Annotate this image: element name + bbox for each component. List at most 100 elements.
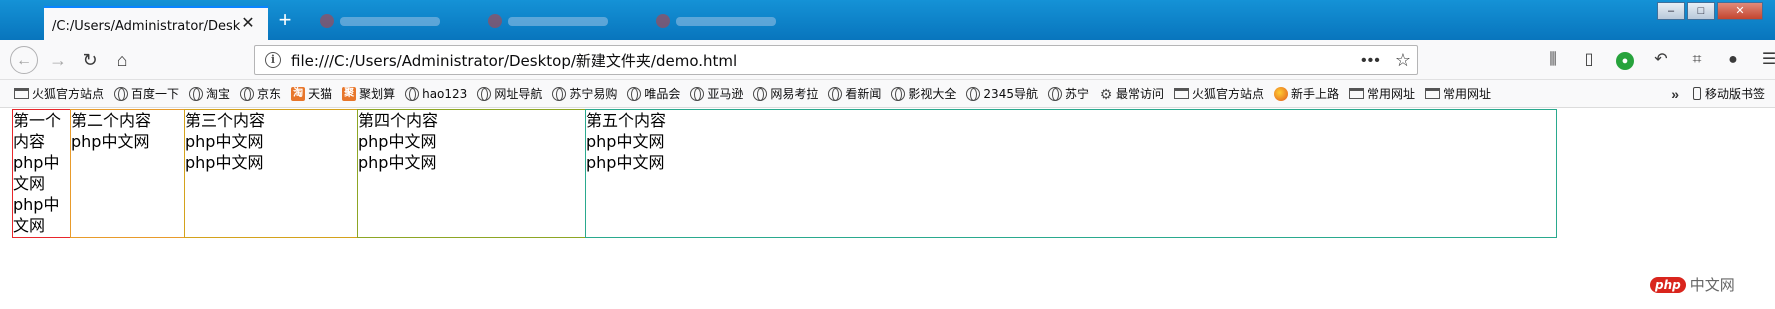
globe-icon — [627, 86, 642, 101]
firefox-icon — [1274, 86, 1289, 101]
bookmark-label: 2345导航 — [983, 87, 1038, 101]
bookmark-item[interactable]: 网易考拉 — [753, 85, 818, 102]
bookmark-item[interactable]: 苏宁易购 — [552, 85, 617, 102]
bookmark-label: 网址导航 — [494, 87, 543, 101]
tab-demo-html[interactable]: /C:/Users/Administrator/Desktop/新建文件夹/de… — [44, 6, 268, 40]
bookmark-item[interactable]: 京东 — [240, 85, 281, 102]
bookmark-label: 百度一下 — [131, 87, 180, 101]
column-text: php中文网 — [358, 153, 437, 172]
globe-icon — [552, 86, 567, 101]
undo-icon[interactable]: ↶ — [1648, 48, 1674, 72]
address-bar[interactable]: i file:///C:/Users/Administrator/Desktop… — [254, 45, 1418, 75]
bookmark-item[interactable]: 常用网址 — [1349, 85, 1415, 102]
bookmark-item[interactable]: 影视大全 — [891, 85, 956, 102]
content-column: 第三个内容 php中文网 php中文网 — [184, 109, 358, 238]
content-column: 第五个内容 php中文网 php中文网 — [585, 109, 1557, 238]
close-window-button[interactable]: ✕ — [1717, 2, 1763, 20]
minimize-button[interactable]: – — [1657, 2, 1685, 20]
content-column: 第四个内容 php中文网 php中文网 — [357, 109, 586, 238]
bookmark-label: 火狐官方站点 — [32, 87, 105, 101]
content-column: 第二个内容 php中文网 — [70, 109, 185, 238]
favicon-icon — [488, 14, 502, 28]
favicon-icon — [320, 14, 334, 28]
bookmark-item[interactable]: ⚙ 最常访问 — [1099, 85, 1164, 102]
bookmark-item[interactable]: 亚马逊 — [690, 85, 743, 102]
bookmark-item[interactable]: 百度一下 — [114, 85, 179, 102]
bookmark-label: 苏宁 — [1064, 87, 1089, 101]
bookmark-item[interactable]: 2345导航 — [966, 85, 1038, 102]
background-tab[interactable] — [320, 8, 470, 34]
background-tabs — [320, 8, 824, 34]
column-text: php中文网 — [358, 132, 437, 151]
globe-icon — [189, 86, 204, 101]
bookmark-label: 天猫 — [308, 87, 333, 101]
globe-icon — [690, 86, 705, 101]
library-icon[interactable]: ⫼ — [1540, 48, 1566, 72]
bookmark-item[interactable]: 火狐官方站点 — [14, 85, 104, 102]
column-text: php中文网 — [71, 132, 150, 151]
favicon-icon — [656, 14, 670, 28]
bookmark-item[interactable]: 淘天猫 — [291, 85, 332, 102]
info-icon[interactable]: i — [265, 52, 281, 68]
screenshot-icon[interactable]: ⌗ — [1684, 48, 1710, 72]
column-title: 第四个内容 — [358, 111, 439, 130]
column-text: php中文网 — [13, 195, 60, 235]
globe-icon — [891, 86, 906, 101]
globe-icon — [114, 86, 129, 101]
home-button[interactable]: ⌂ — [108, 46, 136, 74]
bookmark-item[interactable]: 唯品会 — [627, 85, 680, 102]
reload-button[interactable]: ↻ — [76, 46, 104, 74]
content-column: 第一个内容 php中文网 php中文网 — [12, 109, 71, 238]
menu-icon[interactable]: ☰ — [1756, 48, 1775, 72]
maximize-button[interactable]: □ — [1687, 2, 1715, 20]
bookmark-item[interactable]: 网址导航 — [477, 85, 542, 102]
globe-icon — [240, 86, 255, 101]
back-button[interactable]: ← — [10, 46, 38, 74]
bookmark-item[interactable]: 淘宝 — [189, 85, 230, 102]
tab-title: /C:/Users/Administrator/Desktop/新建文件夹/de… — [52, 18, 240, 34]
globe-icon — [828, 86, 843, 101]
url-text[interactable]: file:///C:/Users/Administrator/Desktop/新… — [291, 50, 737, 71]
bookmark-item[interactable]: 苏宁 — [1047, 85, 1089, 102]
column-text: php中文网 — [586, 132, 665, 151]
tab-close-icon[interactable]: ✕ — [240, 16, 256, 32]
bookmark-label: 苏宁易购 — [569, 87, 618, 101]
mobile-icon — [1692, 87, 1701, 100]
page-content: 第一个内容 php中文网 php中文网 第二个内容 php中文网 第三个内容 php中文网 p… — [12, 109, 1764, 238]
bookmarks-toolbar: 火狐官方站点 百度一下 淘宝 京东淘天猫聚聚划算 hao123 网址导航 苏宁易购 唯品会 亚马… — [0, 80, 1775, 108]
globe-icon — [477, 86, 492, 101]
bookmark-item[interactable]: 常用网址 — [1425, 85, 1491, 102]
chat-icon[interactable]: ● — [1720, 48, 1746, 72]
gear-icon: ⚙ — [1099, 85, 1113, 102]
tab-strip: /C:/Users/Administrator/Desktop/新建文件夹/de… — [0, 0, 1775, 40]
bookmark-item[interactable]: hao123 — [405, 86, 468, 101]
bookmark-label: 京东 — [257, 87, 282, 101]
new-tab-button[interactable]: + — [274, 9, 296, 32]
globe-icon — [966, 86, 981, 101]
bookmark-item[interactable]: 火狐官方站点 — [1174, 85, 1264, 102]
bookmark-label: hao123 — [422, 86, 468, 101]
sidebar-icon[interactable]: ▯ — [1576, 48, 1602, 72]
globe-icon — [1047, 86, 1062, 101]
bookmark-label: 淘宝 — [206, 87, 231, 101]
background-tab[interactable] — [656, 8, 806, 34]
extension-icon[interactable]: ● — [1612, 48, 1638, 72]
column-text: php中文网 — [586, 153, 665, 172]
bookmark-label: 唯品会 — [644, 87, 681, 101]
mobile-bookmarks-label[interactable]: 移动版书签 — [1705, 85, 1765, 102]
forward-button[interactable]: → — [44, 46, 72, 74]
bookmark-star-icon[interactable]: ☆ — [1395, 50, 1411, 71]
bookmark-label: 常用网址 — [1367, 87, 1416, 101]
navigation-toolbar: ← → ↻ ⌂ i file:///C:/Users/Administrator… — [0, 40, 1775, 80]
column-title: 第三个内容 — [185, 111, 266, 130]
bookmark-label: 影视大全 — [908, 87, 957, 101]
page-actions-icon[interactable]: ••• — [1361, 52, 1381, 70]
bookmark-item[interactable]: 新手上路 — [1274, 85, 1339, 102]
bookmark-item[interactable]: 聚聚划算 — [342, 85, 395, 102]
bookmarks-overflow-button[interactable]: » — [1671, 86, 1679, 102]
bookmark-label: 火狐官方站点 — [1192, 87, 1265, 101]
background-tab[interactable] — [488, 8, 638, 34]
watermark-text: 中文网 — [1689, 276, 1735, 294]
bookmark-item[interactable]: 看新闻 — [828, 85, 881, 102]
bookmark-label: 亚马逊 — [707, 87, 744, 101]
